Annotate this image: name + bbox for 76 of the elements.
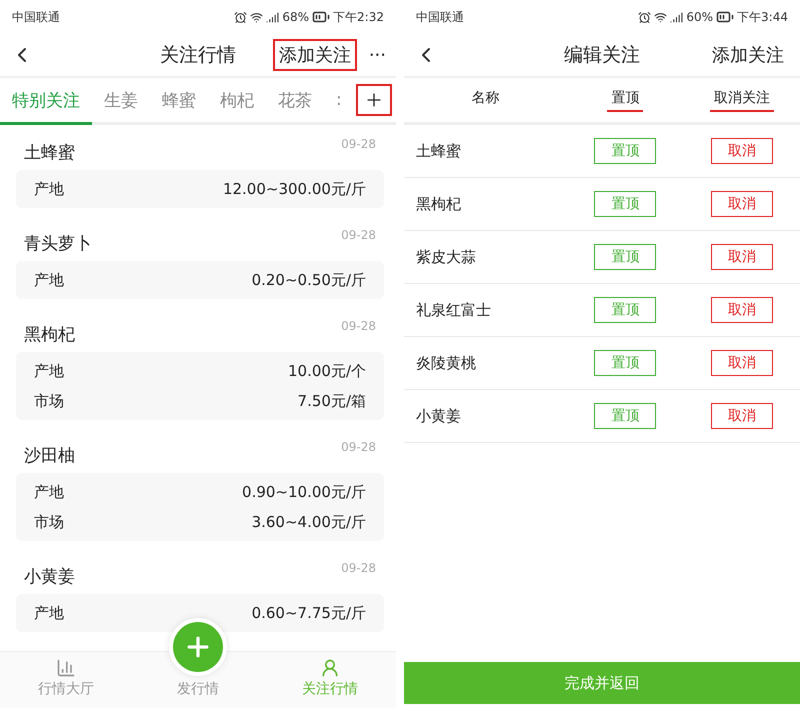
unfollow-button[interactable]: 取消: [710, 138, 773, 164]
price-value: 0.20~0.50元/斤: [252, 270, 366, 290]
clock-time: 下午2:32: [333, 8, 384, 26]
nav-tab[interactable]: 关注行情: [264, 652, 396, 708]
user-icon: [320, 658, 340, 678]
product-name: 黑枸杞: [415, 194, 462, 214]
wifi-icon: [654, 10, 668, 24]
product-name: 小黄姜: [415, 406, 462, 426]
pin-button[interactable]: 置顶: [594, 244, 656, 270]
price-source: 产地: [34, 362, 64, 380]
category-tab[interactable]: 花茶: [266, 78, 324, 125]
pin-button[interactable]: 置顶: [594, 350, 656, 376]
done-button[interactable]: 完成并返回: [404, 662, 800, 704]
price-value: 0.60~7.75元/斤: [252, 604, 366, 622]
nav-tab[interactable]: 发行情: [132, 652, 264, 708]
price-source: 市场: [34, 392, 64, 410]
page-title: 编辑关注: [564, 43, 640, 68]
product-name: 土蜂蜜: [24, 142, 75, 164]
battery-percent: 68%: [282, 10, 310, 24]
alarm-icon: [638, 10, 652, 24]
alarm-icon: [234, 10, 248, 24]
product-name: 黑枸杞: [24, 324, 75, 346]
price-value: 3.60~4.00元/斤: [252, 512, 366, 532]
price-date: 09-28: [341, 319, 376, 333]
unfollow-button[interactable]: 取消: [710, 403, 773, 429]
signal-icon: [670, 10, 684, 24]
more-button[interactable]: ···: [368, 44, 386, 66]
product-name: 青头萝卜: [24, 233, 92, 255]
price-value: 12.00~300.00元/斤: [222, 180, 366, 198]
category-tab[interactable]: 生姜: [92, 78, 150, 125]
battery-percent: 60%: [686, 10, 714, 24]
price-source: 产地: [34, 482, 64, 502]
page-title: 关注行情: [160, 43, 236, 68]
product-name: 土蜂蜜: [415, 142, 462, 160]
unfollow-button[interactable]: 取消: [710, 191, 773, 217]
wifi-icon: [250, 10, 264, 24]
category-tab[interactable]: 特别关注: [0, 78, 92, 125]
add-follow-button[interactable]: 添加关注: [706, 39, 790, 71]
price-source: 产地: [34, 270, 64, 290]
column-header: 名称: [470, 88, 501, 108]
bar-chart-icon: [56, 658, 76, 678]
category-tab[interactable]: :: [324, 78, 354, 125]
price-source: 产地: [34, 180, 64, 198]
column-header: 取消关注: [710, 88, 774, 112]
price-source: 市场: [34, 512, 64, 532]
clock-time: 下午3:44: [737, 8, 788, 26]
price-date: 09-28: [341, 228, 376, 242]
product-name: 小黄姜: [24, 566, 75, 588]
product-name: 礼泉红富士: [415, 300, 492, 320]
pin-button[interactable]: 置顶: [594, 297, 656, 323]
carrier-name: 中国联通: [12, 8, 60, 26]
pin-button[interactable]: 置顶: [594, 138, 656, 164]
price-date: 09-28: [341, 137, 376, 151]
add-button[interactable]: [173, 622, 223, 672]
carrier-name: 中国联通: [416, 8, 464, 26]
pin-button[interactable]: 置顶: [594, 191, 656, 217]
product-name: 沙田柚: [24, 445, 75, 467]
unfollow-button[interactable]: 取消: [710, 244, 773, 270]
signal-icon: [266, 10, 280, 24]
price-source: 产地: [34, 604, 64, 622]
column-header: 置顶: [607, 88, 644, 112]
product-name: 炎陵黄桃: [415, 354, 477, 372]
category-tab[interactable]: 蜂蜜: [150, 78, 208, 125]
product-name: 紫皮大蒜: [415, 248, 477, 266]
price-value: 0.90~10.00元/斤: [242, 482, 366, 502]
price-value: 7.50元/箱: [298, 392, 366, 410]
category-tab[interactable]: 枸杞: [208, 78, 266, 125]
price-date: 09-28: [341, 561, 376, 575]
add-tab-button[interactable]: [356, 84, 392, 116]
nav-tab[interactable]: 行情大厅: [0, 652, 132, 708]
price-value: 10.00元/个: [288, 362, 366, 380]
price-date: 09-28: [341, 440, 376, 454]
unfollow-button[interactable]: 取消: [710, 350, 773, 376]
add-follow-button[interactable]: 添加关注: [272, 39, 357, 71]
pin-button[interactable]: 置顶: [594, 403, 656, 429]
unfollow-button[interactable]: 取消: [710, 297, 773, 323]
